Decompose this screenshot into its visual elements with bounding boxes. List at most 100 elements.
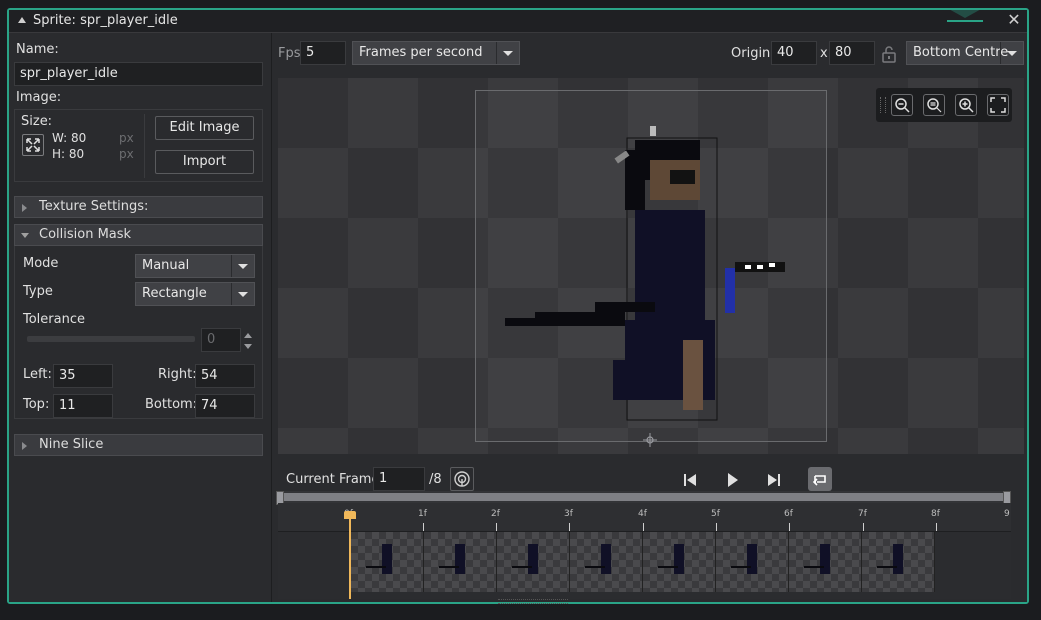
- origin-x-input[interactable]: 40: [771, 41, 817, 65]
- chevron-down-icon: [496, 42, 519, 64]
- texture-settings-header[interactable]: Texture Settings:: [14, 196, 263, 218]
- width-unit: px: [119, 131, 134, 145]
- nine-slice-label: Nine Slice: [39, 437, 104, 452]
- frame-sprites: [366, 544, 903, 574]
- tick-mark: [716, 523, 717, 531]
- lock-icon[interactable]: [881, 45, 897, 63]
- fit-to-screen-icon[interactable]: [987, 94, 1009, 116]
- origin-marker-icon[interactable]: [642, 432, 658, 448]
- timeline-ruler[interactable]: 0f 1f 2f 3f 4f 5f 6f 7f 8f 9: [278, 503, 1011, 532]
- spin-down-icon[interactable]: [243, 341, 253, 351]
- texture-settings-label: Texture Settings:: [39, 199, 149, 214]
- tick-label: 7f: [858, 509, 867, 519]
- tick-mark: [569, 523, 570, 531]
- spin-up-icon[interactable]: [243, 329, 253, 339]
- sprite-editor-window: Sprite: spr_player_idle ✕ Name: spr_play…: [7, 8, 1029, 604]
- playhead[interactable]: [349, 513, 351, 599]
- skip-to-end-icon[interactable]: [764, 470, 784, 490]
- timeline-scrollbar[interactable]: [278, 493, 1011, 501]
- expand-arrow-icon: [22, 204, 27, 212]
- left-input[interactable]: 35: [53, 364, 113, 388]
- size-label: Size:: [21, 114, 53, 129]
- tick-label: 5f: [711, 509, 720, 519]
- grip-icon[interactable]: [880, 97, 886, 113]
- play-icon[interactable]: [722, 470, 742, 490]
- type-dropdown[interactable]: Rectangle: [135, 282, 255, 306]
- tick-label: 9: [1004, 509, 1010, 519]
- top-label: Top:: [23, 397, 50, 412]
- nine-slice-header[interactable]: Nine Slice: [14, 434, 263, 456]
- bottom-input[interactable]: 74: [195, 394, 255, 418]
- sprite-canvas[interactable]: [278, 78, 1024, 454]
- collision-mask-group: Mode Manual Type Rectangle Tolerance 0 L…: [14, 246, 263, 419]
- right-label: Right:: [158, 367, 197, 382]
- chevron-down-icon: [231, 255, 254, 277]
- collapse-arrow-icon: [21, 233, 29, 238]
- zoom-in-icon[interactable]: [955, 94, 977, 116]
- current-frame-label: Current Frame:: [286, 472, 384, 487]
- mode-dropdown[interactable]: Manual: [135, 254, 255, 278]
- resize-grip[interactable]: [498, 599, 568, 604]
- collision-mask-header[interactable]: Collision Mask: [14, 224, 263, 246]
- type-value: Rectangle: [142, 286, 207, 301]
- tick-mark: [643, 523, 644, 531]
- tick-label: 2f: [491, 509, 500, 519]
- zoom-out-icon[interactable]: [891, 94, 913, 116]
- playhead-handle[interactable]: [344, 511, 356, 519]
- origin-preset-value: Bottom Centre: [913, 45, 1009, 60]
- tolerance-input[interactable]: 0: [201, 328, 241, 352]
- zoom-toolbar: [876, 88, 1012, 122]
- tick-mark: [423, 523, 424, 531]
- tick-label: 3f: [564, 509, 573, 519]
- origin-label: Origin: [731, 46, 771, 61]
- tolerance-slider[interactable]: [27, 336, 195, 342]
- left-label: Left:: [23, 367, 52, 382]
- origin-y-input[interactable]: 80: [829, 41, 875, 65]
- mode-value: Manual: [142, 258, 190, 273]
- properties-panel: Name: spr_player_idle Image: Size: W: 80…: [9, 33, 272, 602]
- edit-image-button[interactable]: Edit Image: [155, 116, 254, 140]
- tolerance-label: Tolerance: [23, 312, 85, 327]
- mode-label: Mode: [23, 256, 59, 271]
- tick-label: 1f: [418, 509, 427, 519]
- title-bar[interactable]: Sprite: spr_player_idle ✕: [9, 8, 1027, 33]
- right-input[interactable]: 54: [195, 364, 255, 388]
- onion-skin-icon[interactable]: [450, 467, 474, 491]
- sprite-name-input[interactable]: spr_player_idle: [14, 62, 263, 86]
- expand-arrow-icon: [22, 442, 27, 450]
- zoom-reset-icon[interactable]: [923, 94, 945, 116]
- divider: [144, 114, 145, 178]
- origin-preset-dropdown[interactable]: Bottom Centre: [906, 41, 1024, 65]
- collision-mask-label: Collision Mask: [39, 227, 132, 242]
- window-title: Sprite: spr_player_idle: [33, 13, 178, 28]
- image-size-group: Size: W: 80 H: 80 px px Edit Image Impor…: [14, 109, 263, 182]
- image-label: Image:: [16, 90, 62, 105]
- fps-label: Fps: [278, 46, 301, 61]
- close-icon[interactable]: ✕: [1005, 11, 1023, 29]
- sprite-image: [505, 126, 785, 421]
- collapse-icon[interactable]: [18, 17, 26, 23]
- skip-to-start-icon[interactable]: [680, 470, 700, 490]
- tick-mark: [863, 523, 864, 531]
- tick-mark: [789, 523, 790, 531]
- fps-mode-value: Frames per second: [359, 45, 483, 60]
- top-input[interactable]: 11: [53, 394, 113, 418]
- sprite-preview-area: Fps 5 Frames per second Origin 40 x 80 B…: [272, 33, 1027, 604]
- fps-input[interactable]: 5: [300, 41, 346, 65]
- dock-notch: [947, 8, 983, 22]
- tick-label: 6f: [784, 509, 793, 519]
- import-button[interactable]: Import: [155, 150, 254, 174]
- height-value: H: 80: [52, 147, 85, 161]
- resize-icon[interactable]: [22, 134, 44, 156]
- tick-label: 8f: [931, 509, 940, 519]
- current-frame-input[interactable]: 1: [373, 467, 425, 491]
- origin-separator: x: [820, 46, 828, 61]
- chevron-down-icon: [1000, 42, 1023, 64]
- loop-toggle-icon[interactable]: [808, 467, 832, 491]
- tick-mark: [496, 523, 497, 531]
- tick-label: 4f: [638, 509, 647, 519]
- timeline[interactable]: 0f 1f 2f 3f 4f 5f 6f 7f 8f 9: [276, 491, 1011, 599]
- chevron-down-icon: [231, 283, 254, 305]
- fps-mode-dropdown[interactable]: Frames per second: [352, 41, 520, 65]
- height-unit: px: [119, 147, 134, 161]
